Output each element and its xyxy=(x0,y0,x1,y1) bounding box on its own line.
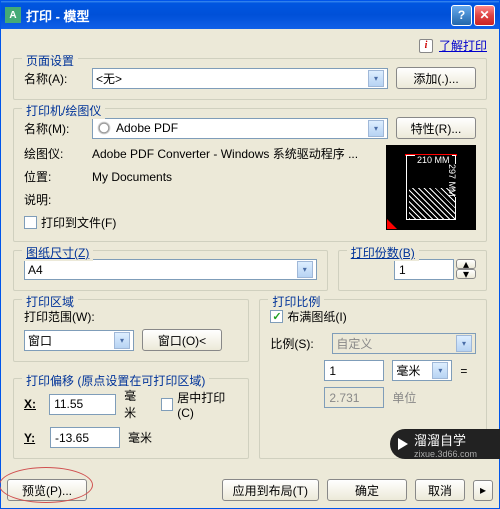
origin-marker-icon xyxy=(387,219,397,229)
center-print-checkbox[interactable] xyxy=(161,398,173,411)
plotter-value: Adobe PDF Converter - Windows 系统驱动程序 ... xyxy=(92,145,358,162)
print-range-value: 窗口 xyxy=(28,332,52,349)
page-name-select[interactable]: <无> ▾ xyxy=(92,68,388,89)
copies-legend[interactable]: 打印份数(B) xyxy=(347,244,419,261)
button-bar: 预览(P)... 应用到布局(T) 确定 取消 ▸ xyxy=(1,475,499,505)
print-area-legend: 打印区域 xyxy=(22,293,78,310)
x-label: X: xyxy=(24,397,41,411)
printer-legend: 打印机/绘图仪 xyxy=(22,102,105,119)
apply-layout-button[interactable]: 应用到布局(T) xyxy=(222,479,319,501)
window-title: 打印 - 模型 xyxy=(26,6,449,25)
x-unit: 毫米 xyxy=(124,387,147,421)
location-value: My Documents xyxy=(92,170,172,184)
print-to-file-label: 打印到文件(F) xyxy=(41,214,116,231)
watermark-sub: zixue.3d66.com xyxy=(414,449,477,459)
y-offset-input[interactable]: -13.65 xyxy=(50,427,120,448)
scale-num1-input[interactable]: 1 xyxy=(324,360,384,381)
ok-button[interactable]: 确定 xyxy=(327,479,407,501)
scale-unit2-label: 单位 xyxy=(392,389,416,406)
scale-legend: 打印比例 xyxy=(268,293,324,310)
paper-size-select[interactable]: A4 ▾ xyxy=(24,259,317,280)
y-label: Y: xyxy=(24,431,42,445)
fit-paper-checkbox[interactable] xyxy=(270,310,283,323)
learn-print-link[interactable]: 了解打印 xyxy=(439,37,487,54)
print-dialog: A 打印 - 模型 ? ✕ i 了解打印 页面设置 名称(A): <无> ▾ 添… xyxy=(0,0,500,509)
copies-group: 打印份数(B) 1 ▴ ▾ xyxy=(338,250,487,291)
page-name-label: 名称(A): xyxy=(24,70,84,87)
fit-paper-label: 布满图纸(I) xyxy=(287,308,346,325)
print-range-label: 打印范围(W): xyxy=(24,308,238,325)
print-range-select[interactable]: 窗口 ▾ xyxy=(24,330,134,351)
x-offset-input[interactable]: 11.55 xyxy=(49,394,116,415)
printer-name-label: 名称(M): xyxy=(24,120,84,137)
properties-button[interactable]: 特性(R)... xyxy=(396,117,476,139)
scale-ratio-select[interactable]: 自定义 ▾ xyxy=(332,333,476,354)
printer-name-select[interactable]: Adobe PDF ▾ xyxy=(92,118,388,139)
equals-label: = xyxy=(460,364,467,378)
info-icon: i xyxy=(419,39,433,53)
center-print-label: 居中打印(C) xyxy=(177,389,238,420)
page-setup-group: 页面设置 名称(A): <无> ▾ 添加(.)... xyxy=(13,58,487,100)
location-label: 位置: xyxy=(24,168,84,185)
paper-preview: 210 MM 297 MM xyxy=(386,145,476,230)
page-name-value: <无> xyxy=(96,70,122,87)
close-button[interactable]: ✕ xyxy=(474,5,495,26)
paper-size-value: A4 xyxy=(28,263,43,277)
preview-button[interactable]: 预览(P)... xyxy=(7,479,87,501)
chevron-down-icon: ▾ xyxy=(368,120,384,137)
plotter-label: 绘图仪: xyxy=(24,145,84,162)
printer-name-value: Adobe PDF xyxy=(116,121,178,135)
scale-ratio-value: 自定义 xyxy=(336,335,372,352)
page-setup-legend: 页面设置 xyxy=(22,52,78,69)
copies-input[interactable]: 1 xyxy=(394,259,454,280)
print-area-group: 打印区域 打印范围(W): 窗口 ▾ 窗口(O)< xyxy=(13,299,249,362)
app-icon: A xyxy=(5,7,21,23)
expand-button[interactable]: ▸ xyxy=(473,480,493,501)
help-button[interactable]: ? xyxy=(451,5,472,26)
watermark: 溜溜自学 zixue.3d66.com xyxy=(390,429,500,459)
paper-size-group: 图纸尺寸(Z) A4 ▾ xyxy=(13,250,328,291)
printer-icon xyxy=(96,120,112,136)
chevron-down-icon: ▾ xyxy=(368,70,384,87)
scale-unit1-select[interactable]: 毫米 ▾ xyxy=(392,360,452,381)
paper-size-legend[interactable]: 图纸尺寸(Z) xyxy=(22,244,93,261)
window-pick-button[interactable]: 窗口(O)< xyxy=(142,329,222,351)
desc-label: 说明: xyxy=(24,191,84,208)
chevron-down-icon: ▾ xyxy=(114,332,130,349)
scale-num2-input: 2.731 xyxy=(324,387,384,408)
watermark-text: 溜溜自学 xyxy=(414,430,477,449)
add-button[interactable]: 添加(.)... xyxy=(396,67,476,89)
titlebar: A 打印 - 模型 ? ✕ xyxy=(1,1,499,29)
print-to-file-checkbox[interactable] xyxy=(24,216,37,229)
chevron-down-icon: ▾ xyxy=(297,261,313,278)
chevron-down-icon: ▾ xyxy=(432,362,448,379)
offset-group: 打印偏移 (原点设置在可打印区域) X: 11.55 毫米 居中打印(C) Y:… xyxy=(13,378,249,459)
play-icon xyxy=(398,438,408,450)
copies-down-button[interactable]: ▾ xyxy=(456,269,476,279)
cancel-button[interactable]: 取消 xyxy=(415,479,465,501)
offset-legend: 打印偏移 (原点设置在可打印区域) xyxy=(22,372,209,389)
scale-ratio-label: 比例(S): xyxy=(270,335,324,352)
y-unit: 毫米 xyxy=(128,429,152,446)
chevron-down-icon: ▾ xyxy=(456,335,472,352)
printer-group: 打印机/绘图仪 名称(M): Adobe PDF ▾ 特性(R)... 绘图仪:… xyxy=(13,108,487,242)
content: i 了解打印 页面设置 名称(A): <无> ▾ 添加(.)... 打印机/绘图… xyxy=(1,29,499,475)
